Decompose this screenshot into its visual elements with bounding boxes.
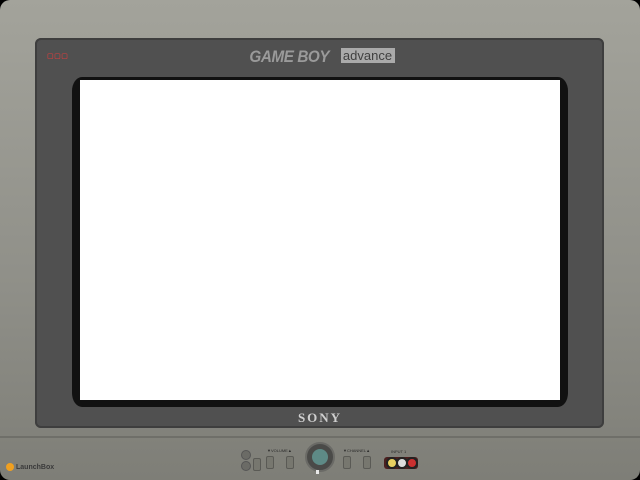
- tv-frame: ▢▢▢ GAME BOY advance SONY LaunchBox ▼VOL…: [0, 0, 640, 480]
- advance-text: advance: [340, 48, 396, 63]
- volume-down-button[interactable]: [266, 456, 274, 469]
- game-screen: [80, 80, 560, 400]
- manufacturer-logo: SONY: [297, 410, 343, 425]
- input-label: INPUT 1: [391, 449, 407, 454]
- audio-right-jack[interactable]: [406, 457, 418, 469]
- av-input-panel: [384, 457, 418, 469]
- power-button-face: [312, 449, 328, 465]
- sound-knob[interactable]: [241, 461, 251, 471]
- volume-label: ▼VOLUME▲: [267, 448, 292, 453]
- launchbox-logo: LaunchBox: [6, 463, 54, 471]
- channel-down-button[interactable]: [343, 456, 351, 469]
- power-button[interactable]: [305, 442, 335, 472]
- launchbox-label: LaunchBox: [16, 463, 55, 471]
- channel-up-button[interactable]: [363, 456, 371, 469]
- control-panel-divider: [0, 436, 640, 438]
- console-brand: GAME BOY advance: [0, 47, 640, 67]
- picture-knob[interactable]: [241, 450, 251, 460]
- launchbox-icon: [6, 463, 14, 471]
- gameboy-text: GAME BOY: [249, 47, 330, 66]
- channel-label: ▼CHANNEL▲: [343, 448, 371, 453]
- standby-indicator: [316, 470, 319, 474]
- volume-up-button[interactable]: [286, 456, 294, 469]
- menu-button[interactable]: [253, 458, 261, 471]
